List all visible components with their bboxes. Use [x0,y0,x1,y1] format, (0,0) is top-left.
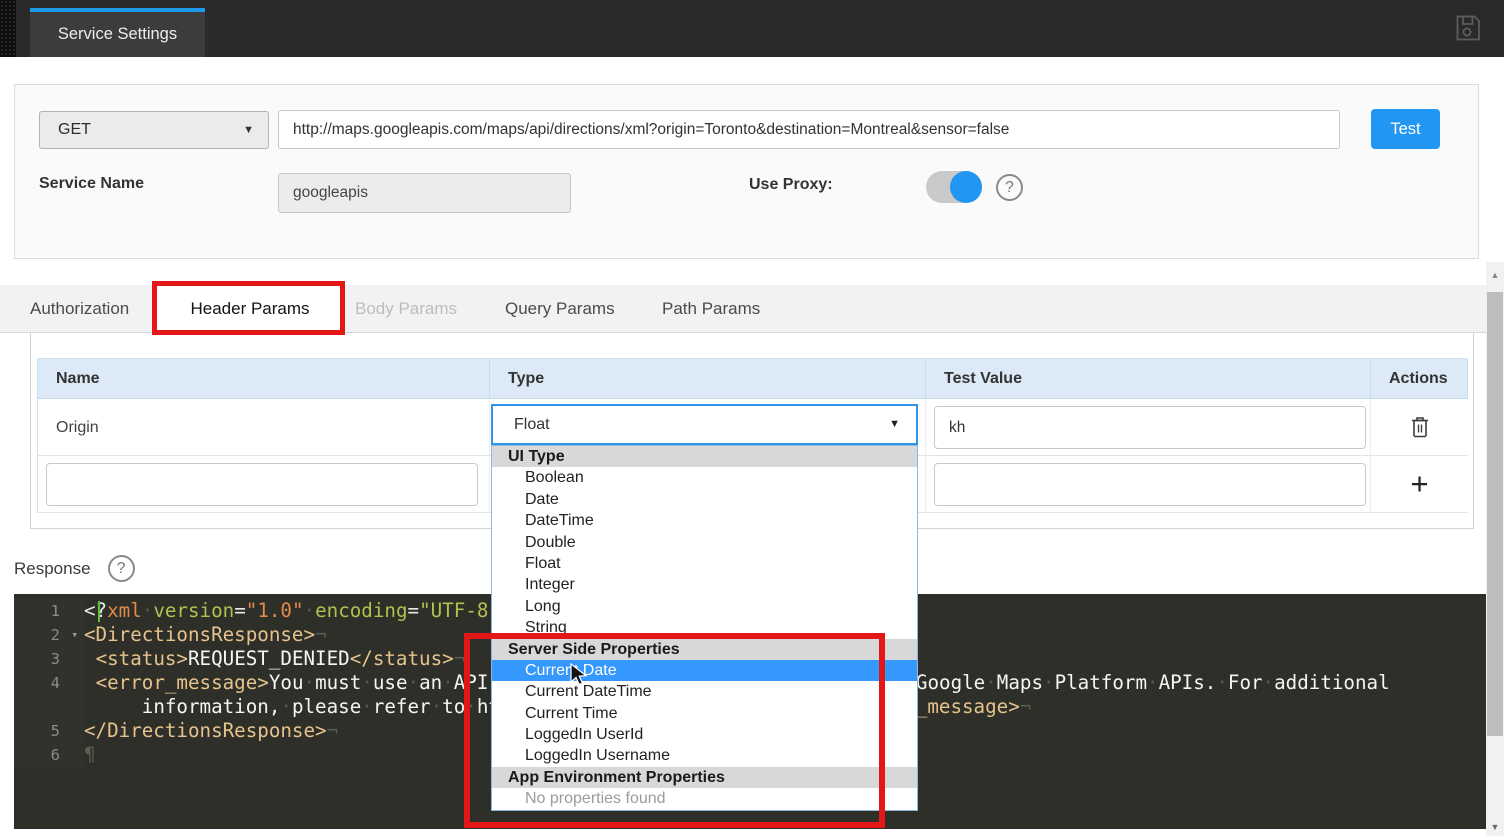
dropdown-option-date[interactable]: Date [492,489,917,510]
dropdown-option-string[interactable]: String [492,617,917,638]
column-header-name: Name [38,359,490,399]
service-name-input[interactable] [278,173,571,213]
test-value-input[interactable] [934,406,1366,449]
line-number: 2▾ [14,623,84,647]
dropdown-option-long[interactable]: Long [492,596,917,617]
url-input[interactable] [278,110,1340,149]
tab-query-params[interactable]: Query Params [505,285,615,333]
param-actions-cell [1371,399,1468,456]
dropdown-option-loggedin-userid[interactable]: LoggedIn UserId [492,724,917,745]
type-dropdown-list: UI TypeBooleanDateDateTimeDoubleFloatInt… [491,445,918,811]
proxy-help-icon[interactable]: ? [996,174,1023,201]
new-row-name-cell [38,456,490,513]
tab-header-params[interactable]: Header Params [155,285,345,334]
dropdown-option-boolean[interactable]: Boolean [492,467,917,488]
page-title: Service Settings [58,25,177,43]
panel-handle[interactable] [0,0,16,57]
dropdown-option-datetime[interactable]: DateTime [492,510,917,531]
method-value: GET [58,121,91,138]
scroll-up-icon[interactable]: ▲ [1486,270,1504,280]
new-test-value-input[interactable] [934,463,1366,506]
use-proxy-toggle[interactable] [926,171,982,203]
vertical-scrollbar[interactable]: ▲ ▼ [1486,262,1504,836]
line-number: 5 [14,719,84,743]
save-button[interactable] [1452,12,1486,46]
option-group-server-side-properties: Server Side Properties [492,639,917,660]
save-icon [1452,12,1484,44]
dropdown-option-loggedin-username[interactable]: LoggedIn Username [492,745,917,766]
param-tabs: Authorization Header ParamsBody Params Que… [0,285,1486,333]
dropdown-option-no-properties-found: No properties found [492,788,917,809]
type-select[interactable]: Float ▼ [491,404,918,445]
response-help-icon[interactable]: ? [108,555,135,582]
line-number: 1 [14,599,84,623]
dropdown-option-current-datetime[interactable]: Current DateTime [492,681,917,702]
scroll-down-icon[interactable]: ▼ [1486,822,1504,832]
type-selected-value: Float [514,416,550,433]
dropdown-option-integer[interactable]: Integer [492,574,917,595]
table-row: Origin [38,399,490,456]
dropdown-option-current-time[interactable]: Current Time [492,703,917,724]
request-form: GET ▼ Test Service Name Use Proxy: ? [14,84,1479,259]
line-number: 6 [14,743,84,767]
response-header: Response ? [14,555,135,582]
dropdown-option-float[interactable]: Float [492,553,917,574]
tab-path-params[interactable]: Path Params [662,285,760,333]
service-name-label: Service Name [39,175,144,193]
chevron-down-icon: ▼ [889,406,900,443]
line-number: 3 [14,647,84,671]
tab-body-params: Body Params [355,285,457,333]
option-group-ui-type: UI Type [492,446,917,467]
chevron-down-icon: ▼ [243,112,254,148]
new-row-test-value-cell [926,456,1371,513]
option-group-app-environment-properties: App Environment Properties [492,767,917,788]
param-name-value: Origin [38,399,489,456]
tab-authorization[interactable]: Authorization [30,285,129,333]
new-row-actions-cell: + [1371,456,1468,513]
fold-arrow-icon[interactable]: ▾ [71,623,78,647]
response-label: Response [14,559,91,579]
param-test-value-cell [926,399,1371,456]
tab-service-settings[interactable]: Service Settings [30,8,205,57]
use-proxy-label: Use Proxy: [749,176,833,194]
top-bar: Service Settings [0,0,1504,57]
dropdown-option-current-date[interactable]: Current Date [492,660,917,681]
trash-icon [1409,414,1431,440]
text-caret [98,601,100,622]
column-header-type: Type [490,359,926,399]
line-number: 4 [14,671,84,695]
delete-row-button[interactable] [1371,399,1468,455]
scrollbar-thumb[interactable] [1487,292,1503,736]
column-header-test-value: Test Value [926,359,1371,399]
add-row-button[interactable]: + [1371,456,1468,512]
dropdown-option-double[interactable]: Double [492,532,917,553]
plus-icon: + [1410,466,1428,502]
test-button[interactable]: Test [1371,109,1440,149]
new-param-name-input[interactable] [46,463,478,506]
service-settings-screen: Service Settings GET ▼ Test Service Name… [0,0,1504,836]
line-number [14,695,84,719]
method-select[interactable]: GET ▼ [39,111,269,149]
column-header-actions: Actions [1371,359,1468,399]
toggle-knob-icon [950,171,982,203]
